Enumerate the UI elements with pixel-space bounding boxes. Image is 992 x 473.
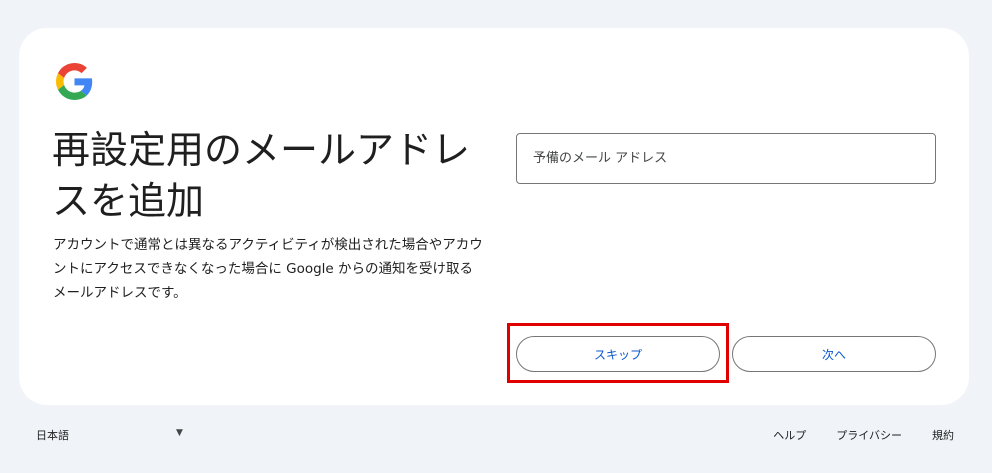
footer-links: ヘルプ プライバシー 規約 [773,427,954,443]
signin-card: 再設定用のメールアドレスを追加 アカウントで通常とは異なるアクティビティが検出さ… [19,28,969,405]
page-description: アカウントで通常とは異なるアクティビティが検出された場合やアカウントにアクセスで… [53,237,483,301]
caret-down-icon[interactable]: ▼ [176,428,183,438]
help-link[interactable]: ヘルプ [773,427,806,443]
google-logo-icon [56,63,93,100]
recovery-email-input[interactable] [516,133,936,184]
terms-link[interactable]: 規約 [932,427,954,443]
next-button[interactable]: 次へ [732,336,936,372]
privacy-link[interactable]: プライバシー [836,427,902,443]
skip-button[interactable]: スキップ [516,336,720,372]
language-selector[interactable]: 日本語 [36,427,69,443]
page-title: 再設定用のメールアドレスを追加 [52,128,471,223]
footer: 日本語 ▼ ヘルプ プライバシー 規約 [0,420,992,450]
language-label: 日本語 [36,429,69,442]
